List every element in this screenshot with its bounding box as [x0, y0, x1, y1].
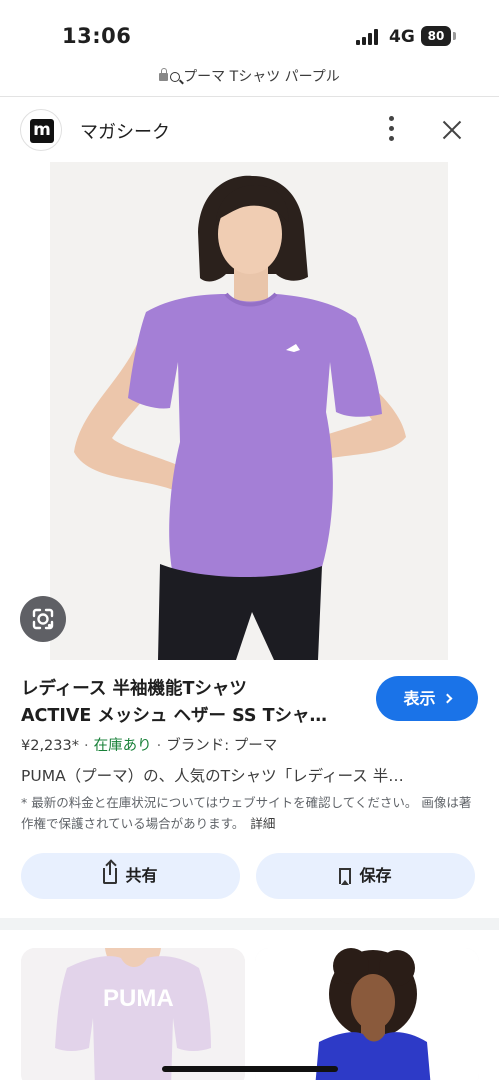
product-photo-illustration [50, 162, 448, 660]
search-icon [170, 72, 181, 82]
product-description: PUMA（プーマ）の、人気のTシャツ「レディース 半… [21, 767, 404, 785]
disclaimer-text: * 最新の料金と在庫状況についてはウェブサイトを確認してください。 画像は著作権… [21, 795, 472, 831]
source-name[interactable]: マガシーク [80, 118, 170, 144]
lock-icon [159, 68, 169, 81]
save-button[interactable]: 保存 [256, 853, 475, 899]
share-label: 共有 [125, 866, 158, 885]
home-indicator[interactable] [162, 1066, 338, 1072]
source-logo-letter: m [30, 119, 54, 143]
google-lens-icon [32, 608, 54, 630]
search-query[interactable]: プーマ Tシャツ パープル [183, 69, 340, 85]
meta-separator: · [156, 738, 162, 754]
close-icon[interactable] [440, 118, 464, 142]
google-lens-button[interactable] [20, 596, 66, 642]
meta-separator: · [84, 738, 89, 754]
battery-icon: 80 [421, 26, 451, 46]
divider [0, 96, 499, 97]
disclaimer: * 最新の料金と在庫状況についてはウェブサイトを確認してください。 画像は著作権… [21, 792, 481, 834]
section-divider [0, 918, 499, 930]
product-title-line2: ACTIVE メッシュ ヘザー SS Tシャ… [21, 706, 328, 726]
signal-icon [356, 29, 382, 45]
status-bar: 13:06 4G 80 [0, 0, 499, 62]
url-bar[interactable]: プーマ Tシャツ パープル [0, 66, 499, 90]
battery-tip [453, 32, 456, 40]
svg-text:PUMA: PUMA [103, 985, 174, 1012]
product-price: ¥2,233* [21, 738, 79, 754]
related-result-image: PUMA [21, 948, 245, 1080]
related-result-image [255, 948, 479, 1080]
source-logo[interactable]: m [20, 109, 62, 151]
chevron-right-icon [442, 693, 452, 704]
bookmark-icon [339, 868, 352, 885]
network-label: 4G [389, 27, 415, 47]
product-title[interactable]: レディース 半袖機能Tシャツ ACTIVE メッシュ ヘザー SS Tシャ… [21, 676, 366, 730]
share-button[interactable]: 共有 [21, 853, 240, 899]
view-button-label: 表示 [403, 689, 436, 708]
product-image[interactable] [50, 162, 448, 660]
share-icon [103, 862, 118, 884]
product-brand: ブランド: プーマ [166, 738, 278, 754]
source-header: m マガシーク [0, 106, 499, 154]
view-button[interactable]: 表示 [376, 676, 478, 721]
more-vert-icon[interactable] [382, 116, 402, 142]
related-result-card[interactable] [255, 948, 479, 1080]
product-title-line1: レディース 半袖機能Tシャツ [21, 679, 247, 699]
related-result-card[interactable]: PUMA [21, 948, 245, 1080]
status-time: 13:06 [62, 24, 132, 48]
save-label: 保存 [359, 866, 392, 885]
stock-status: 在庫あり [93, 738, 152, 754]
product-meta: ¥2,233* · 在庫あり · ブランド: プーマ [21, 734, 277, 755]
details-link[interactable]: 詳細 [250, 816, 275, 831]
